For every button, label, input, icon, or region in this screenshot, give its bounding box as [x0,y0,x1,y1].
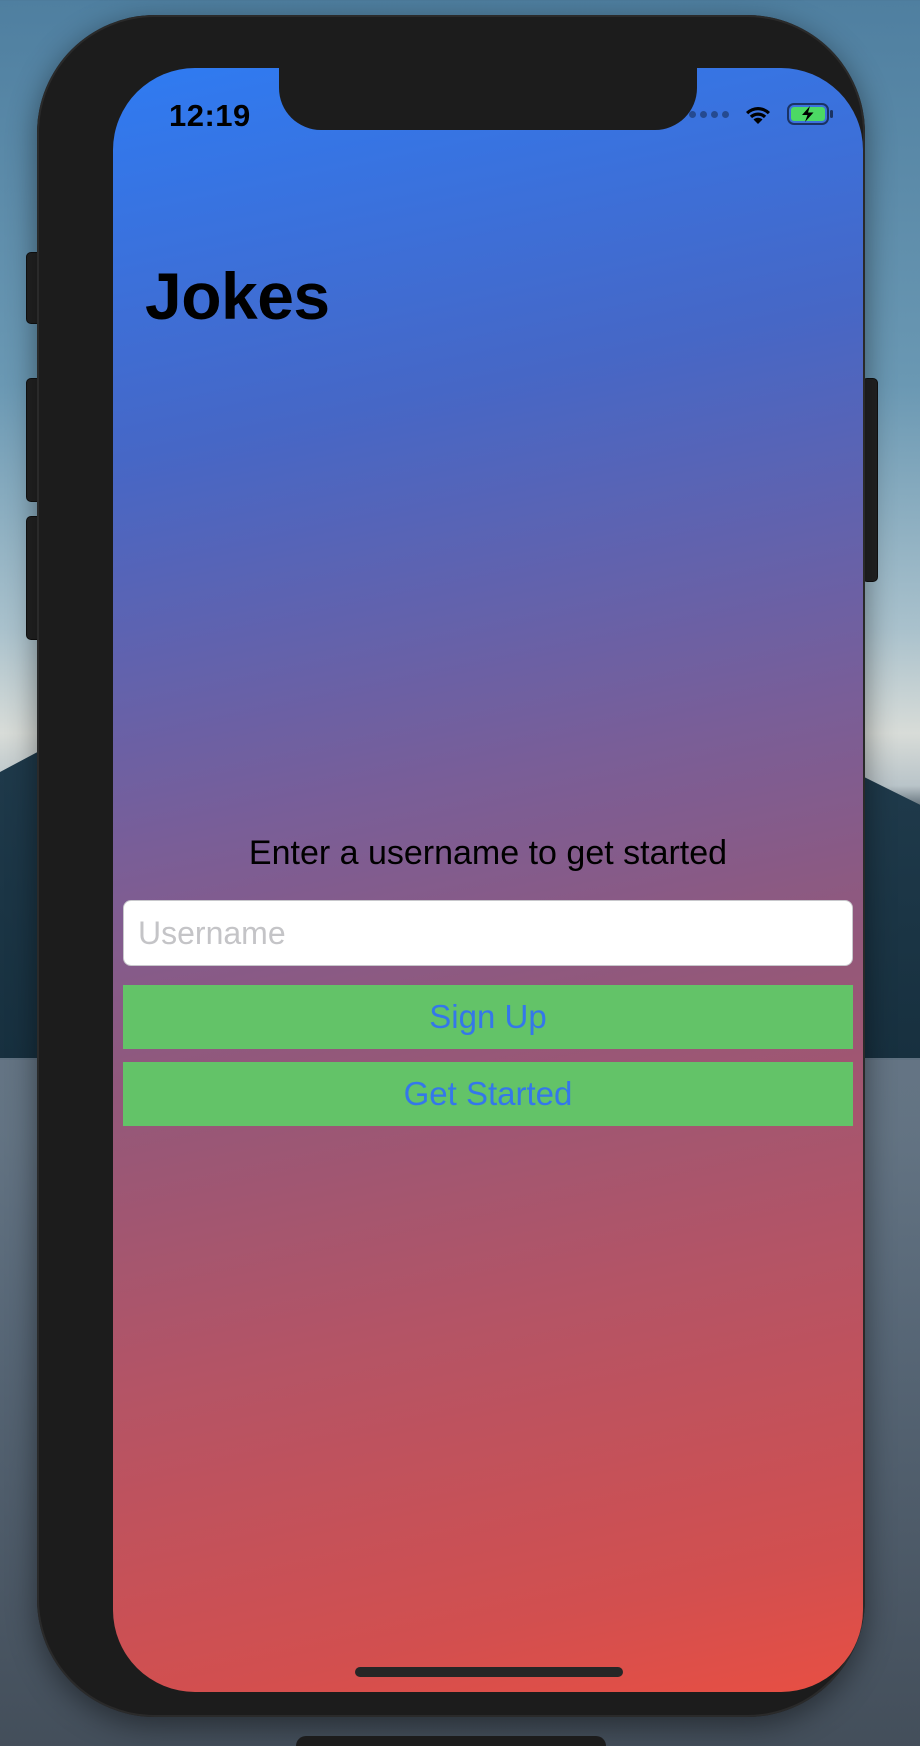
battery-charging-icon [787,102,835,126]
home-indicator[interactable] [355,1667,623,1677]
phone-bottom-edge [296,1736,606,1746]
phone-frame: 12:19 Jokes Enter a username to get star… [37,15,865,1717]
status-bar-time: 12:19 [169,98,251,133]
get-started-button[interactable]: Get Started [123,1062,853,1126]
wifi-icon [743,103,773,125]
phone-notch [279,68,697,130]
username-input[interactable] [123,900,853,966]
page-title: Jokes [145,259,330,333]
app-screen: 12:19 Jokes Enter a username to get star… [113,68,863,1692]
username-prompt: Enter a username to get started [248,834,728,872]
cellular-signal-icon [689,110,729,118]
sign-up-button[interactable]: Sign Up [123,985,853,1049]
status-bar-indicators [689,102,835,126]
